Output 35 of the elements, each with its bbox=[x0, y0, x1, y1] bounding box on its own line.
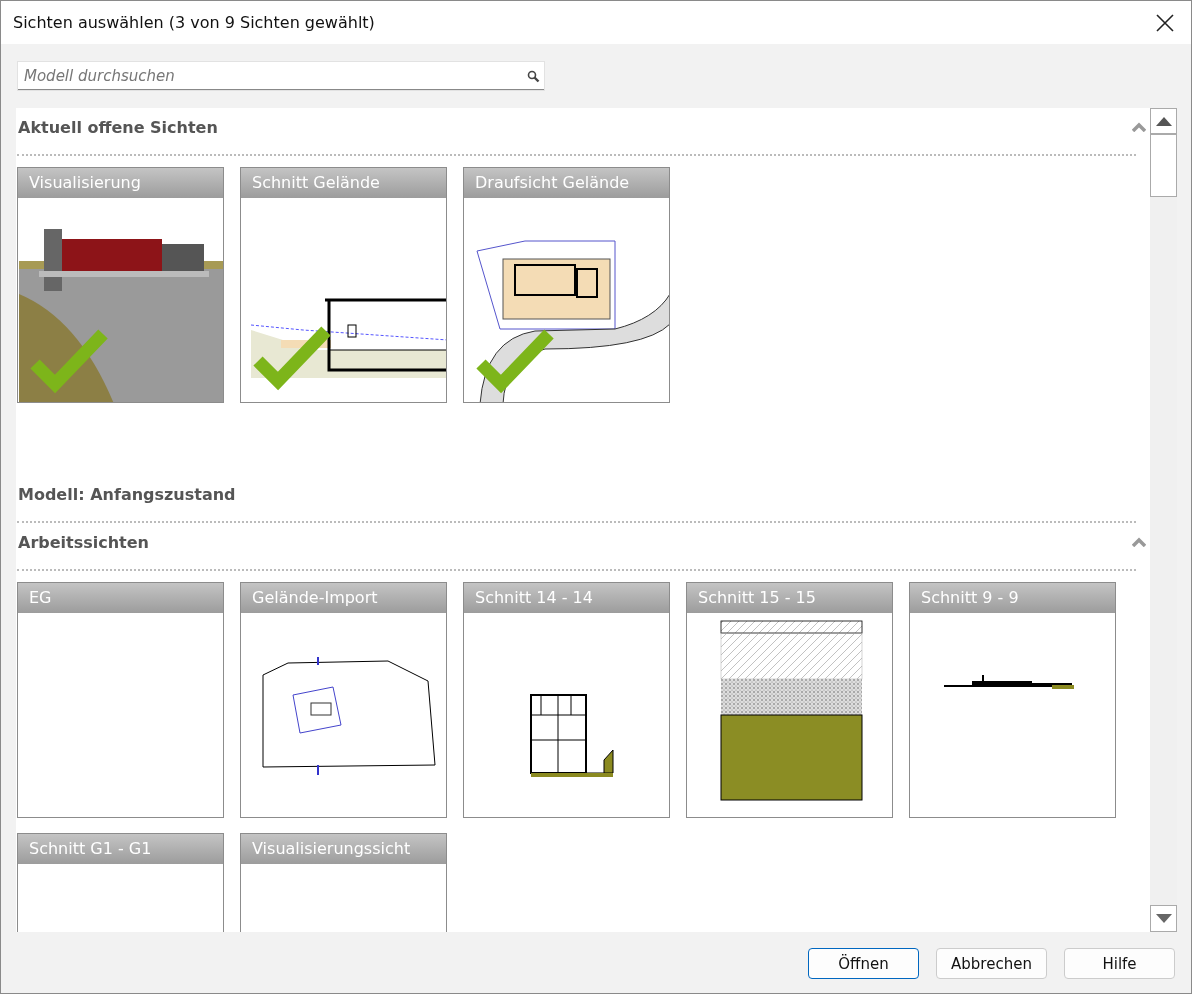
view-title: Gelände-Import bbox=[241, 583, 446, 613]
view-title: Visualisierung bbox=[18, 168, 223, 198]
view-title: Schnitt G1 - G1 bbox=[18, 834, 223, 864]
dialog-button[interactable]: Hilfe bbox=[1064, 948, 1175, 979]
view-tile[interactable]: Schnitt Gelände bbox=[240, 167, 447, 403]
view-tile[interactable]: Schnitt G1 - G1 bbox=[17, 833, 224, 932]
view-tile[interactable]: Visualisierung bbox=[17, 167, 224, 403]
scroll-down-icon[interactable] bbox=[1155, 914, 1172, 923]
view-title: Visualisierungssicht bbox=[241, 834, 446, 864]
scroll-up-icon[interactable] bbox=[1155, 117, 1172, 126]
search-icon bbox=[527, 70, 540, 83]
view-tile[interactable]: Schnitt 15 - 15 bbox=[686, 582, 893, 818]
view-tile[interactable]: Visualisierungssicht bbox=[240, 833, 447, 932]
section-heading: Arbeitssichten bbox=[17, 532, 149, 552]
scrollbar[interactable] bbox=[1150, 108, 1177, 932]
window-title: Sichten auswählen (3 von 9 Sichten gewählt) bbox=[13, 13, 375, 32]
view-title: Schnitt 9 - 9 bbox=[910, 583, 1115, 613]
section-heading: Aktuell offene Sichten bbox=[17, 117, 218, 137]
view-title: EG bbox=[18, 583, 223, 613]
search-field[interactable]: Modell durchsuchen bbox=[18, 62, 544, 90]
collapse-icon[interactable] bbox=[1132, 537, 1146, 547]
view-title: Draufsicht Gelände bbox=[464, 168, 669, 198]
scroll-thumb[interactable] bbox=[1150, 133, 1177, 197]
collapse-icon[interactable] bbox=[1132, 122, 1146, 132]
view-title: Schnitt Gelände bbox=[241, 168, 446, 198]
view-tile[interactable]: EG bbox=[17, 582, 224, 818]
view-title: Schnitt 14 - 14 bbox=[464, 583, 669, 613]
view-tile[interactable]: Draufsicht Gelände bbox=[463, 167, 670, 403]
view-tile[interactable]: Schnitt 9 - 9 bbox=[909, 582, 1116, 818]
dialog-button[interactable]: Abbrechen bbox=[936, 948, 1047, 979]
section-heading: Modell: Anfangszustand bbox=[17, 484, 236, 504]
view-tile[interactable]: Schnitt 14 - 14 bbox=[463, 582, 670, 818]
dialog-button[interactable]: Öffnen bbox=[808, 948, 919, 979]
view-tile[interactable]: Gelände-Import bbox=[240, 582, 447, 818]
view-title: Schnitt 15 - 15 bbox=[687, 583, 892, 613]
